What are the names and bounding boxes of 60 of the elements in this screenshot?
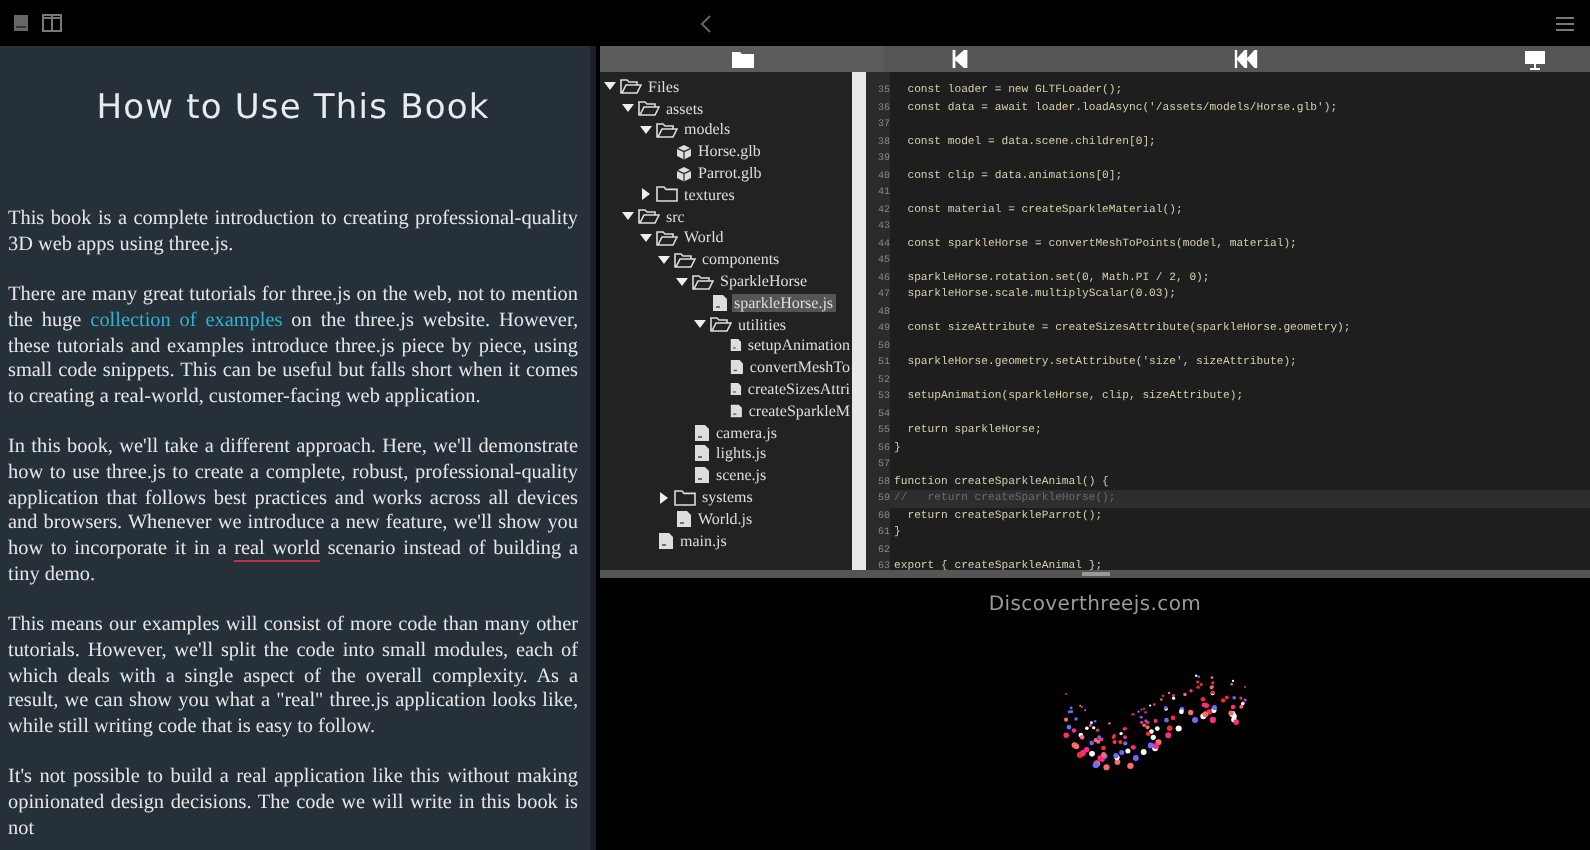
- file-item[interactable]: Parrot.glb: [696, 164, 764, 183]
- file-item[interactable]: createSizesAttri: [745, 380, 852, 399]
- folder-open-icon: [674, 251, 696, 268]
- file-item[interactable]: scene.js: [714, 466, 769, 485]
- scrollbar[interactable]: [852, 72, 866, 570]
- monitor-icon[interactable]: [1524, 49, 1546, 69]
- file-icon: [658, 531, 674, 550]
- caret-down-icon[interactable]: [694, 318, 706, 331]
- file-item[interactable]: camera.js: [714, 423, 779, 442]
- columns-icon[interactable]: [42, 14, 62, 32]
- file-icon: [676, 509, 692, 528]
- file-item[interactable]: World.js: [696, 509, 755, 528]
- folder-item[interactable]: SparkleHorse: [718, 272, 810, 291]
- file-item[interactable]: convertMeshTo: [747, 358, 852, 377]
- folder-open-icon: [638, 100, 660, 117]
- book-icon[interactable]: [12, 14, 30, 32]
- paragraph: This book is a complete introduction to creating professional-quality 3D web apps using three.js.: [8, 208, 578, 259]
- file-item[interactable]: lights.js: [714, 444, 769, 463]
- examples-link[interactable]: collection of examples: [90, 309, 283, 332]
- folder-item[interactable]: textures: [682, 185, 737, 204]
- caret-right-icon[interactable]: [640, 188, 652, 201]
- folder-open-icon: [620, 78, 642, 95]
- folder-icon[interactable]: [731, 50, 753, 68]
- file-item[interactable]: sparkleHorse.js: [732, 293, 836, 312]
- folder-item[interactable]: models: [682, 120, 733, 139]
- file-icon: [730, 358, 744, 377]
- file-item[interactable]: setupAnimation: [745, 336, 852, 355]
- cube-icon: [676, 143, 692, 160]
- back-icon[interactable]: [700, 13, 712, 33]
- folder-open-icon: [638, 208, 660, 225]
- skip-start-icon[interactable]: [952, 50, 968, 68]
- folder-item[interactable]: Files: [646, 77, 682, 96]
- folder-item[interactable]: components: [700, 250, 782, 269]
- cube-icon: [676, 165, 692, 182]
- rewind-icon[interactable]: [1234, 50, 1258, 68]
- folder-item[interactable]: utilities: [736, 315, 788, 334]
- paragraph: It's not possible to build a real application like this without making opinionated design decisions. The code we will write in this book is not: [8, 766, 578, 844]
- caret-right-icon[interactable]: [658, 491, 670, 504]
- page-title: How to Use This Book: [94, 88, 492, 128]
- file-icon: [730, 336, 742, 355]
- canvas-caption: Discoverthreejs.com: [988, 594, 1202, 616]
- folder-open-icon: [710, 316, 732, 333]
- folder-item[interactable]: src: [664, 207, 687, 226]
- folder-item[interactable]: assets: [664, 99, 706, 118]
- paragraph: There are many great tutorials for three.js on the web, not to mention the huge collection of examples on the three.js website. However, these tutorials and examples introduce three.js piece by piece, using small code snippets. This can be useful but falls short when it comes to creating a real-world, customer-facing web application.: [8, 284, 578, 412]
- paragraph: This means our examples will consist of more code than many other tutorials. However, we'll split the code into small modules, each of which deals with a single aspect of the overall complexity. As a result, we can show you what a "real" three.js application looks like, while still writing code that is easy to follow.: [8, 614, 578, 742]
- folder-icon: [656, 186, 678, 203]
- file-icon: [694, 466, 710, 485]
- file-icon: [712, 293, 728, 312]
- menu-icon[interactable]: [1556, 15, 1574, 31]
- folder-item[interactable]: systems: [700, 488, 755, 507]
- folder-open-icon: [656, 121, 678, 138]
- folder-open-icon: [656, 229, 678, 246]
- folder-open-icon: [692, 273, 714, 290]
- file-item[interactable]: Horse.glb: [696, 142, 763, 161]
- folder-icon: [674, 489, 696, 506]
- file-item[interactable]: main.js: [678, 531, 729, 550]
- paragraph: In this book, we'll take a different approach. Here, we'll demonstrate how to use three.js to create a complete, robust, professional-quality application that follows best practices and works across all devices and browsers. Whenever we introduce a new feature, we'll show you how to incorporate it in a real world scenario instead of building a tiny demo.: [8, 436, 578, 590]
- folder-item[interactable]: World: [682, 228, 726, 247]
- file-item[interactable]: createSparkleM: [746, 401, 852, 420]
